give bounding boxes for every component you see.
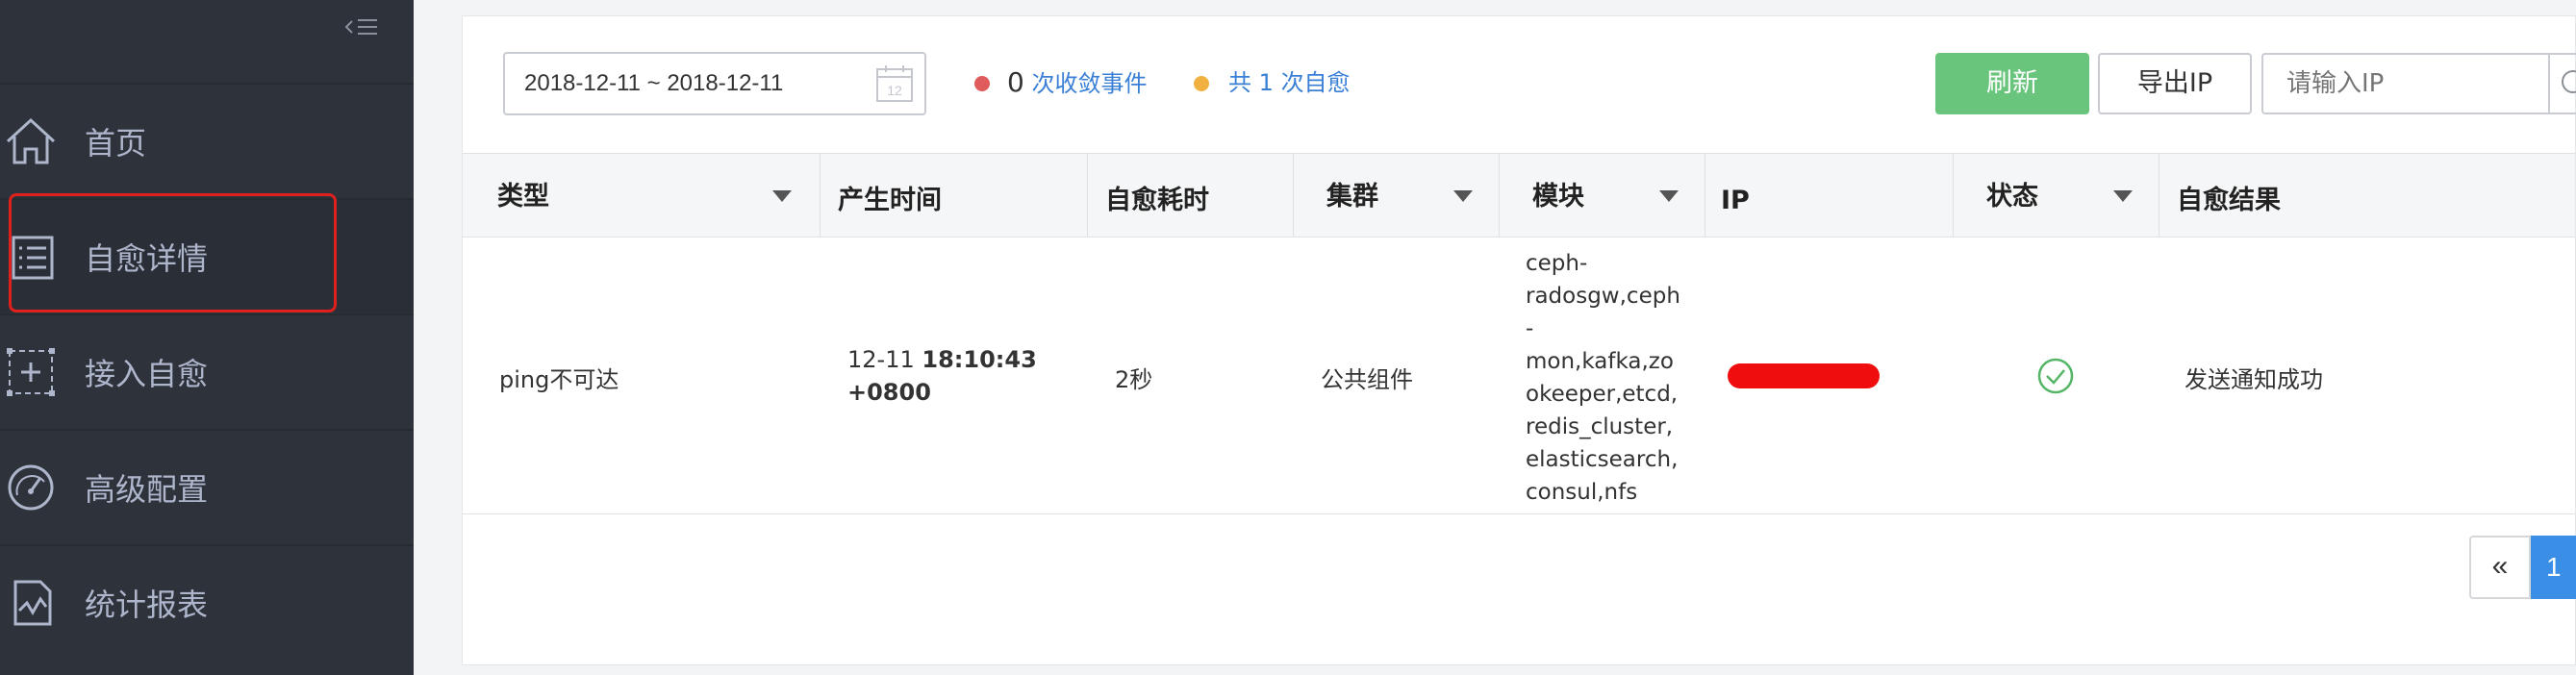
converge-link[interactable]: 次收敛事件 xyxy=(1031,70,1147,97)
heal-stat: 共 1 次自愈 xyxy=(1228,68,1351,97)
converge-stat: 0 次收敛事件 xyxy=(1007,68,1147,98)
cell-result: 发送通知成功 xyxy=(2185,366,2323,393)
col-ip-label: IP xyxy=(1721,186,1750,215)
sidebar-item-statistics[interactable]: 统计报表 xyxy=(0,544,414,659)
module-line: elasticsearch, xyxy=(1526,447,1679,472)
col-type[interactable]: 类型 xyxy=(463,154,821,237)
sidebar-item-advanced-config[interactable]: 高级配置 xyxy=(0,429,414,543)
cell-time-date: 12-11 xyxy=(847,346,922,373)
sidebar-item-label: 统计报表 xyxy=(85,586,209,623)
module-line: consul,nfs xyxy=(1526,480,1638,505)
col-status[interactable]: 状态 xyxy=(1954,154,2159,237)
module-line: mon,kafka,zo xyxy=(1526,349,1674,374)
cell-type: ping不可达 xyxy=(499,366,619,393)
sidebar-item-connect-heal[interactable]: 接入自愈 xyxy=(0,313,414,428)
filter-caret-icon[interactable] xyxy=(772,190,792,202)
add-frame-icon xyxy=(4,345,58,399)
main-panel: 2018-12-11 ~ 2018-12-11 12 0 次收敛事件 共 1 次… xyxy=(462,15,2576,665)
converge-count: 0 xyxy=(1007,66,1024,98)
date-range-value: 2018-12-11 ~ 2018-12-11 xyxy=(524,70,784,96)
chart-icon xyxy=(4,576,58,630)
col-time-label: 产生时间 xyxy=(838,186,942,215)
table-header: 类型 产生时间 自愈耗时 集群 模块 IP 状态 自愈结果 xyxy=(463,153,2575,238)
sidebar-item-label: 接入自愈 xyxy=(85,355,209,392)
col-duration: 自愈耗时 xyxy=(1088,154,1294,237)
cell-time-clock: 18:10:43 xyxy=(922,346,1037,373)
col-time: 产生时间 xyxy=(821,154,1088,237)
pagination-page-current[interactable]: 1 xyxy=(2531,536,2576,599)
check-circle-icon xyxy=(2036,357,2075,401)
sidebar-item-label: 首页 xyxy=(85,124,147,162)
col-cluster-label: 集群 xyxy=(1326,182,1378,212)
module-line: okeeper,etcd, xyxy=(1526,382,1679,407)
pagination-prev-button[interactable]: « xyxy=(2469,536,2531,599)
sidebar: 首页 自愈详情 接入自愈 高级配置 统计报表 xyxy=(0,0,414,675)
col-cluster[interactable]: 集群 xyxy=(1294,154,1500,237)
refresh-button[interactable]: 刷新 xyxy=(1935,53,2089,114)
col-ip: IP xyxy=(1705,154,1954,237)
collapse-sidebar-icon[interactable] xyxy=(344,13,379,40)
svg-text:12: 12 xyxy=(887,83,902,98)
sidebar-item-label: 高级配置 xyxy=(85,470,209,508)
heal-prefix: 共 xyxy=(1228,69,1251,96)
col-module-label: 模块 xyxy=(1532,182,1584,212)
heal-count: 1 xyxy=(1258,69,1274,96)
sidebar-item-home[interactable]: 首页 xyxy=(0,83,414,197)
gauge-icon xyxy=(4,461,58,514)
module-line: radosgw,ceph xyxy=(1526,284,1680,309)
toolbar: 2018-12-11 ~ 2018-12-11 12 0 次收敛事件 共 1 次… xyxy=(463,16,2576,153)
cell-time: 12-11 18:10:43 +0800 xyxy=(847,343,1037,409)
search-icon[interactable] xyxy=(2548,53,2576,114)
module-line: redis_cluster, xyxy=(1526,414,1674,439)
cell-cluster: 公共组件 xyxy=(1321,366,1413,393)
filter-caret-icon[interactable] xyxy=(2113,190,2133,202)
home-icon xyxy=(4,114,58,168)
calendar-icon[interactable]: 12 xyxy=(874,63,915,104)
heal-link[interactable]: 次自愈 xyxy=(1281,69,1351,96)
red-dot-icon xyxy=(974,76,990,91)
col-duration-label: 自愈耗时 xyxy=(1105,186,1209,215)
redacted-ip xyxy=(1728,363,1880,388)
date-range-picker[interactable]: 2018-12-11 ~ 2018-12-11 12 xyxy=(503,52,926,115)
highlight-annotation xyxy=(9,193,337,312)
yellow-dot-icon xyxy=(1194,76,1209,91)
table-row: ping不可达 12-11 18:10:43 +0800 2秒 公共组件 cep… xyxy=(463,238,2575,514)
export-ip-button[interactable]: 导出IP xyxy=(2098,53,2252,114)
filter-caret-icon[interactable] xyxy=(1659,190,1679,202)
module-line: - xyxy=(1526,316,1534,341)
cell-module: ceph- radosgw,ceph - mon,kafka,zo okeepe… xyxy=(1526,247,1699,509)
filter-caret-icon[interactable] xyxy=(1453,190,1473,202)
cell-time-tz: +0800 xyxy=(847,379,931,406)
col-result: 自愈结果 xyxy=(2159,154,2576,237)
col-module[interactable]: 模块 xyxy=(1500,154,1705,237)
col-status-label: 状态 xyxy=(1986,182,2038,212)
cell-duration: 2秒 xyxy=(1115,366,1153,393)
col-type-label: 类型 xyxy=(497,182,549,212)
col-result-label: 自愈结果 xyxy=(2177,186,2281,215)
ip-search-input[interactable] xyxy=(2261,53,2550,114)
module-line: ceph- xyxy=(1526,251,1588,276)
